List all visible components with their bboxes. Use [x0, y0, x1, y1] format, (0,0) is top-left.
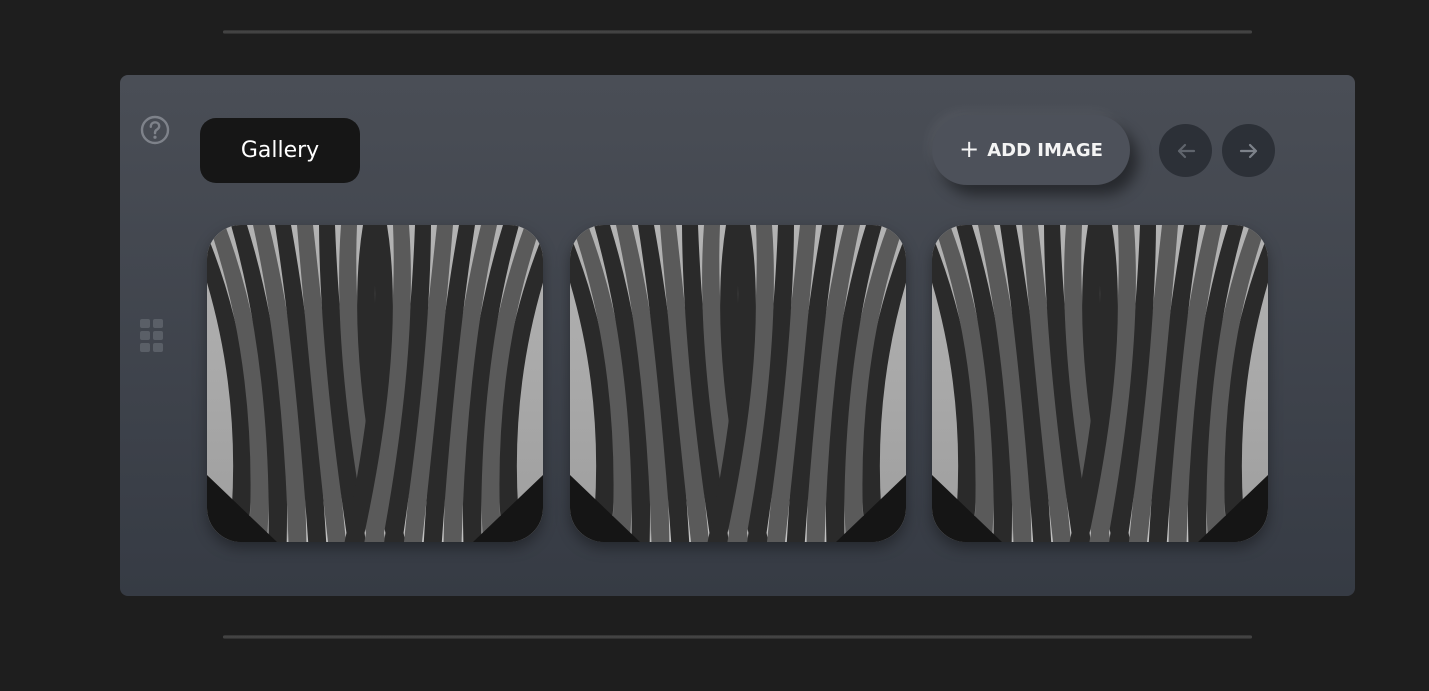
next-button[interactable]	[1222, 124, 1275, 177]
page-title: Gallery	[200, 118, 360, 183]
add-image-label: ADD IMAGE	[987, 139, 1103, 161]
gallery-image[interactable]	[570, 225, 906, 542]
arrow-right-icon	[1239, 143, 1257, 158]
grid-icon[interactable]	[140, 319, 164, 353]
gallery-image[interactable]	[207, 225, 543, 542]
gallery-image[interactable]	[932, 225, 1268, 542]
plus-icon: +	[959, 135, 980, 163]
add-image-button[interactable]: + ADD IMAGE	[932, 115, 1130, 185]
architecture-photo	[570, 225, 906, 542]
bottom-divider	[223, 635, 1252, 639]
previous-button[interactable]	[1159, 124, 1212, 177]
top-divider	[223, 30, 1252, 34]
arrow-left-icon	[1177, 143, 1195, 158]
architecture-photo	[207, 225, 543, 542]
architecture-photo	[932, 225, 1268, 542]
help-icon[interactable]	[140, 115, 170, 145]
